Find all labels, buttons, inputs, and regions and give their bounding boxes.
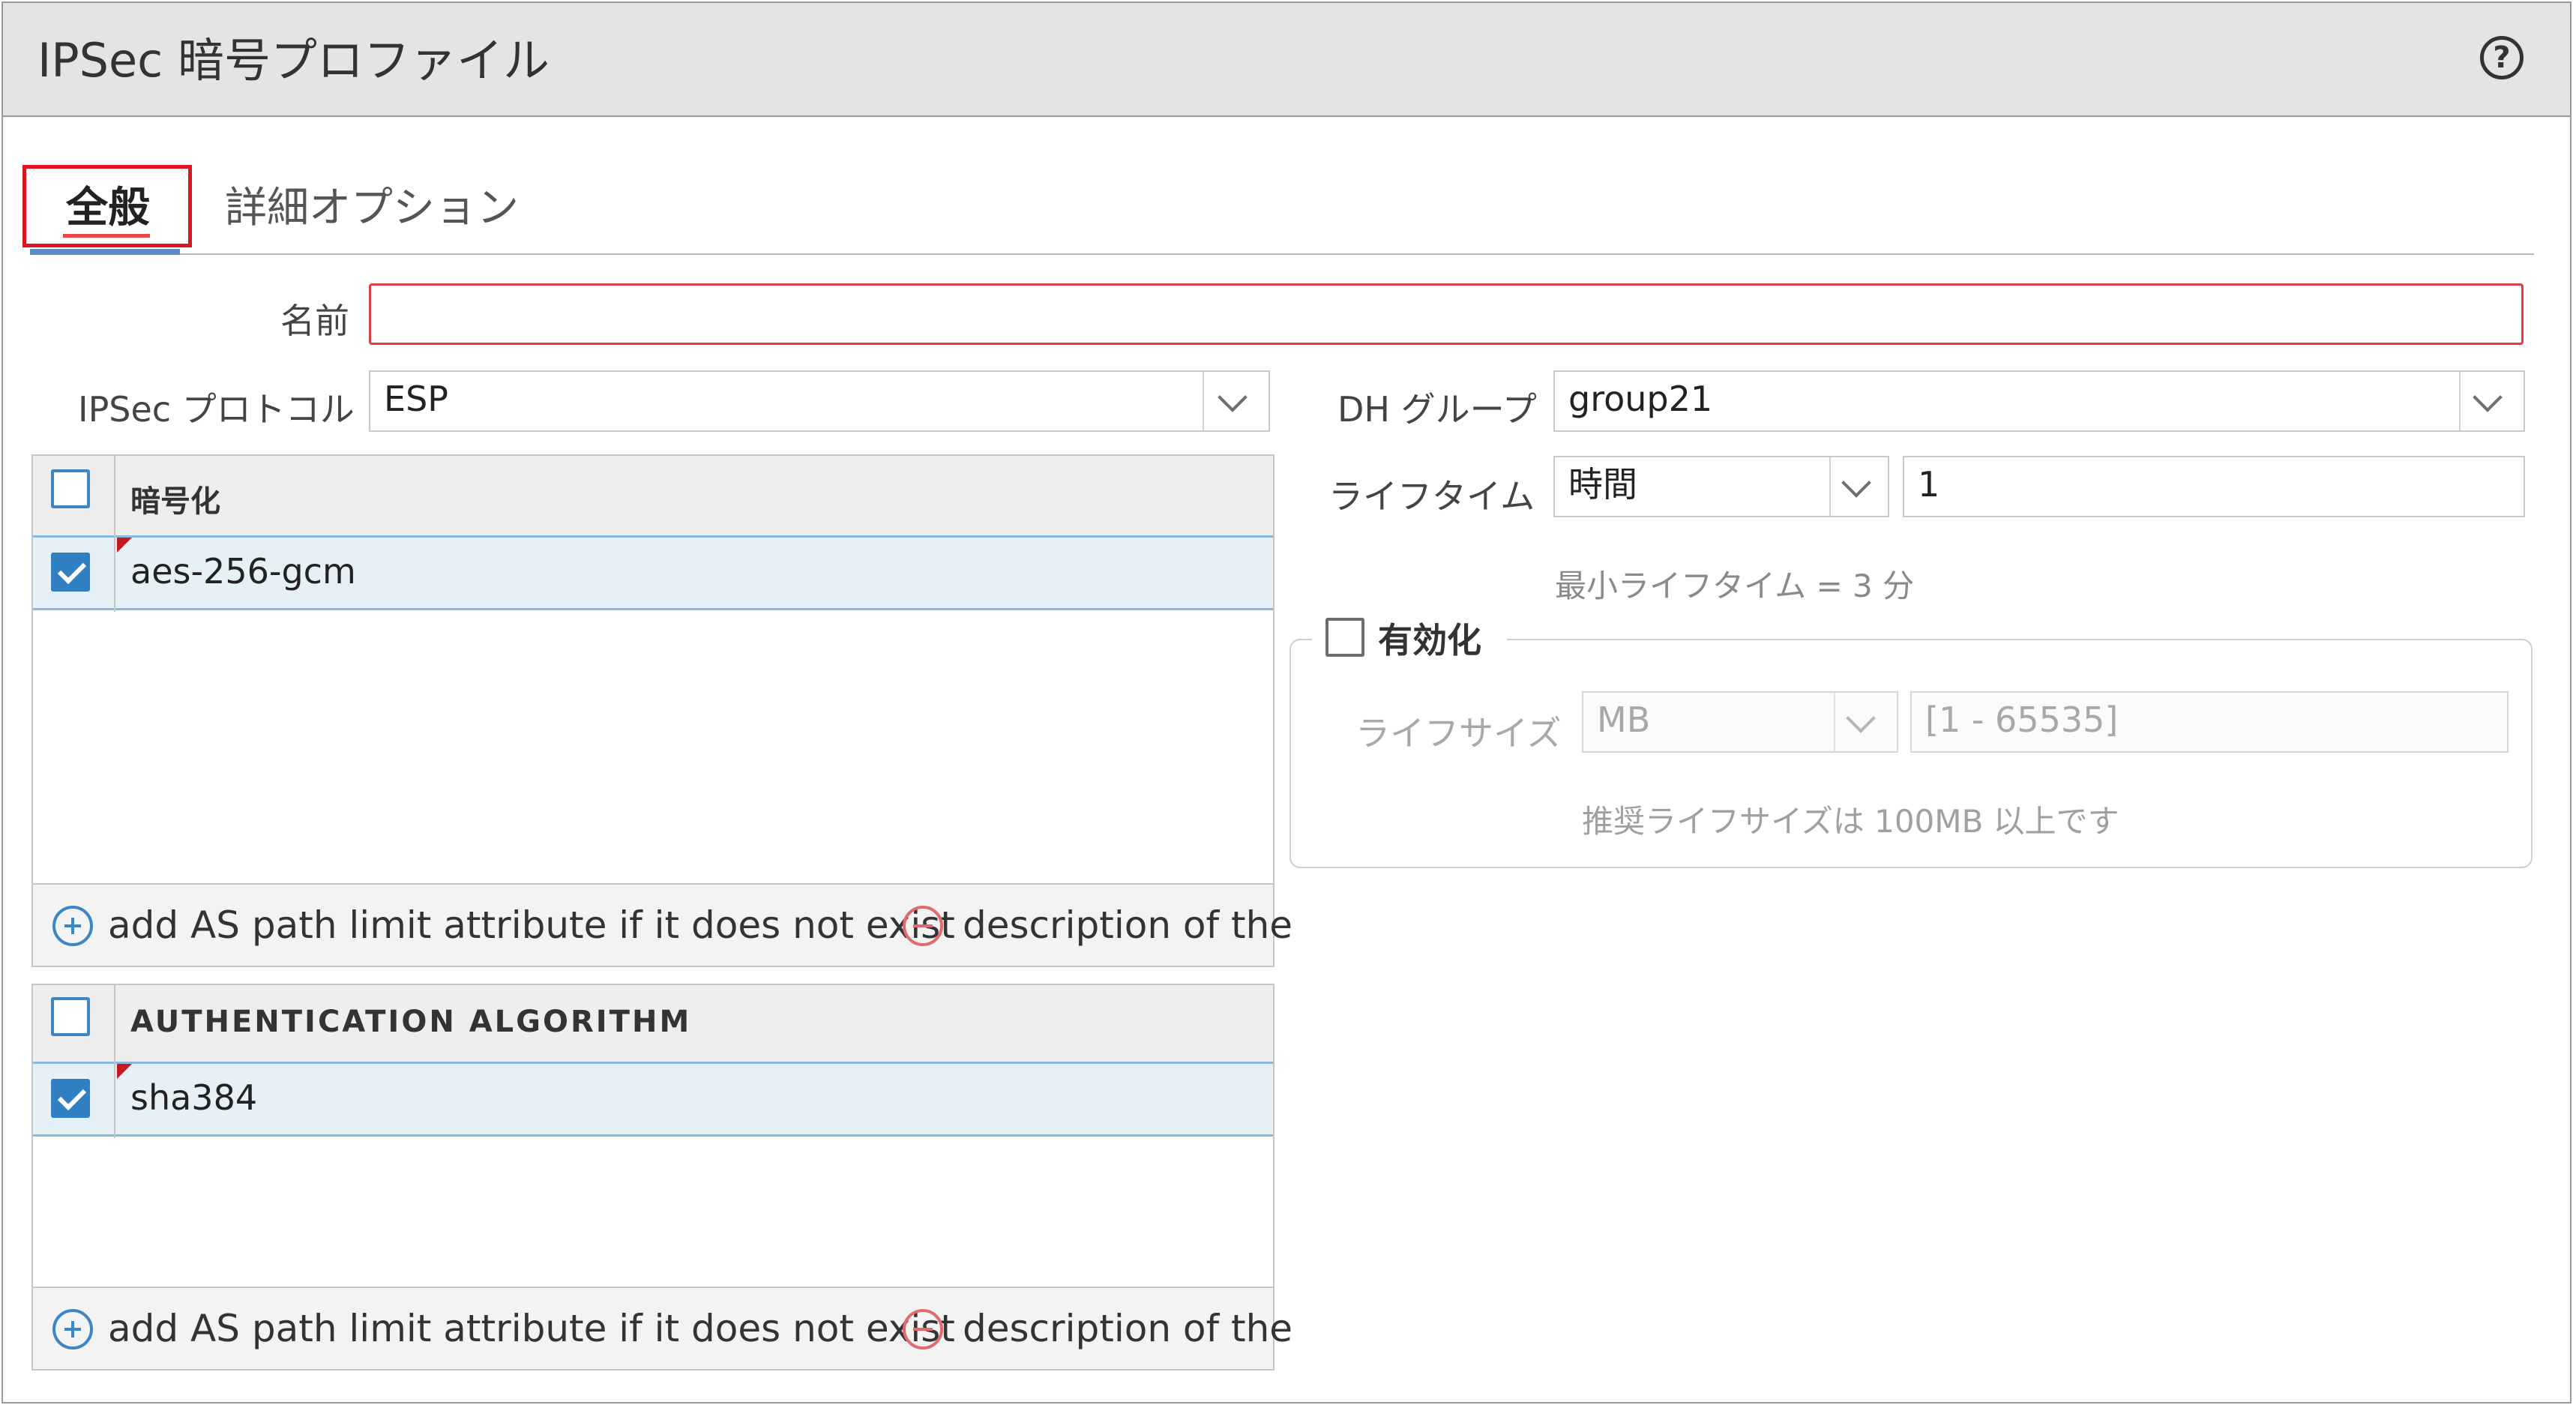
grid-footer: add AS path limit attribute if it does n… xyxy=(33,1287,1292,1369)
lifetime-label: ライフタイム xyxy=(1328,476,1535,517)
delete-icon[interactable] xyxy=(903,1309,943,1350)
add-button[interactable]: add AS path limit attribute if it does n… xyxy=(108,1288,955,1369)
dh-group-select[interactable]: group21 xyxy=(1553,370,2525,432)
enable-label: 有効化 xyxy=(1378,620,1481,661)
lifetime-unit-value: 時間 xyxy=(1568,464,1637,505)
grid-header: 暗号化 xyxy=(33,456,1273,537)
dh-group-label: DH グループ xyxy=(1337,389,1537,430)
authentication-grid: AUTHENTICATION ALGORITHM sha384 add AS p… xyxy=(31,984,1292,1371)
lifetime-unit-select[interactable]: 時間 xyxy=(1553,456,1889,517)
ipsec-protocol-label: IPSec プロトコル xyxy=(78,389,355,430)
lifesize-value-input[interactable]: [1 - 65535] xyxy=(1910,691,2509,753)
auth-column-header: AUTHENTICATION ALGORITHM xyxy=(130,1005,692,1039)
name-label: 名前 xyxy=(280,301,349,341)
tab-bar-divider xyxy=(30,253,2534,255)
delete-icon[interactable] xyxy=(903,906,943,946)
grid-header: AUTHENTICATION ALGORITHM xyxy=(33,985,1273,1063)
row-checkbox[interactable] xyxy=(51,553,90,592)
encryption-column-header: 暗号化 xyxy=(130,484,220,519)
help-icon[interactable]: ? xyxy=(2480,36,2524,79)
lifetime-hint: 最小ライフタイム = 3 分 xyxy=(1555,568,1915,604)
lifesize-placeholder: [1 - 65535] xyxy=(1925,700,2119,740)
encryption-grid: 暗号化 aes-256-gcm add AS path limit attrib… xyxy=(31,454,1292,967)
encryption-value: aes-256-gcm xyxy=(130,551,356,592)
column-divider xyxy=(114,985,115,1138)
add-icon[interactable] xyxy=(52,1309,93,1350)
delete-button[interactable]: description of the xyxy=(963,885,1292,966)
unsaved-marker xyxy=(117,538,132,553)
table-row[interactable]: aes-256-gcm xyxy=(33,535,1273,610)
table-row[interactable]: sha384 xyxy=(33,1062,1273,1137)
grid-footer: add AS path limit attribute if it does n… xyxy=(33,883,1292,966)
select-all-checkbox[interactable] xyxy=(51,997,90,1036)
lifesize-hint: 推奨ライフサイズは 100MB 以上です xyxy=(1582,803,2119,840)
select-divider xyxy=(1829,457,1831,516)
select-all-checkbox[interactable] xyxy=(51,469,90,508)
ipsec-protocol-select[interactable]: ESP xyxy=(369,370,1270,432)
lifesize-unit-value: MB xyxy=(1597,700,1651,740)
column-divider xyxy=(114,456,115,612)
dialog-titlebar: IPSec 暗号プロファイル ? xyxy=(3,3,2570,117)
delete-button[interactable]: description of the xyxy=(963,1288,1292,1369)
enable-lifesize-checkbox[interactable] xyxy=(1325,618,1364,657)
select-divider xyxy=(1203,372,1204,430)
auth-value: sha384 xyxy=(130,1077,258,1118)
lifesize-label: ライフサイズ xyxy=(1355,713,1562,753)
dh-group-value: group21 xyxy=(1568,379,1713,419)
tab-advanced-options[interactable]: 詳細オプション xyxy=(225,174,519,235)
select-divider xyxy=(2459,372,2461,430)
tab-active-indicator xyxy=(30,249,180,255)
name-input[interactable] xyxy=(369,283,2524,345)
select-divider xyxy=(1834,693,1835,751)
add-button[interactable]: add AS path limit attribute if it does n… xyxy=(108,885,955,966)
row-checkbox[interactable] xyxy=(51,1079,90,1118)
dialog-title: IPSec 暗号プロファイル xyxy=(37,33,550,88)
add-icon[interactable] xyxy=(52,906,93,946)
unsaved-marker xyxy=(117,1064,132,1079)
lifetime-value-input[interactable]: 1 xyxy=(1903,456,2525,517)
tab-general-highlight-box xyxy=(22,165,192,247)
ipsec-protocol-value: ESP xyxy=(384,379,449,419)
